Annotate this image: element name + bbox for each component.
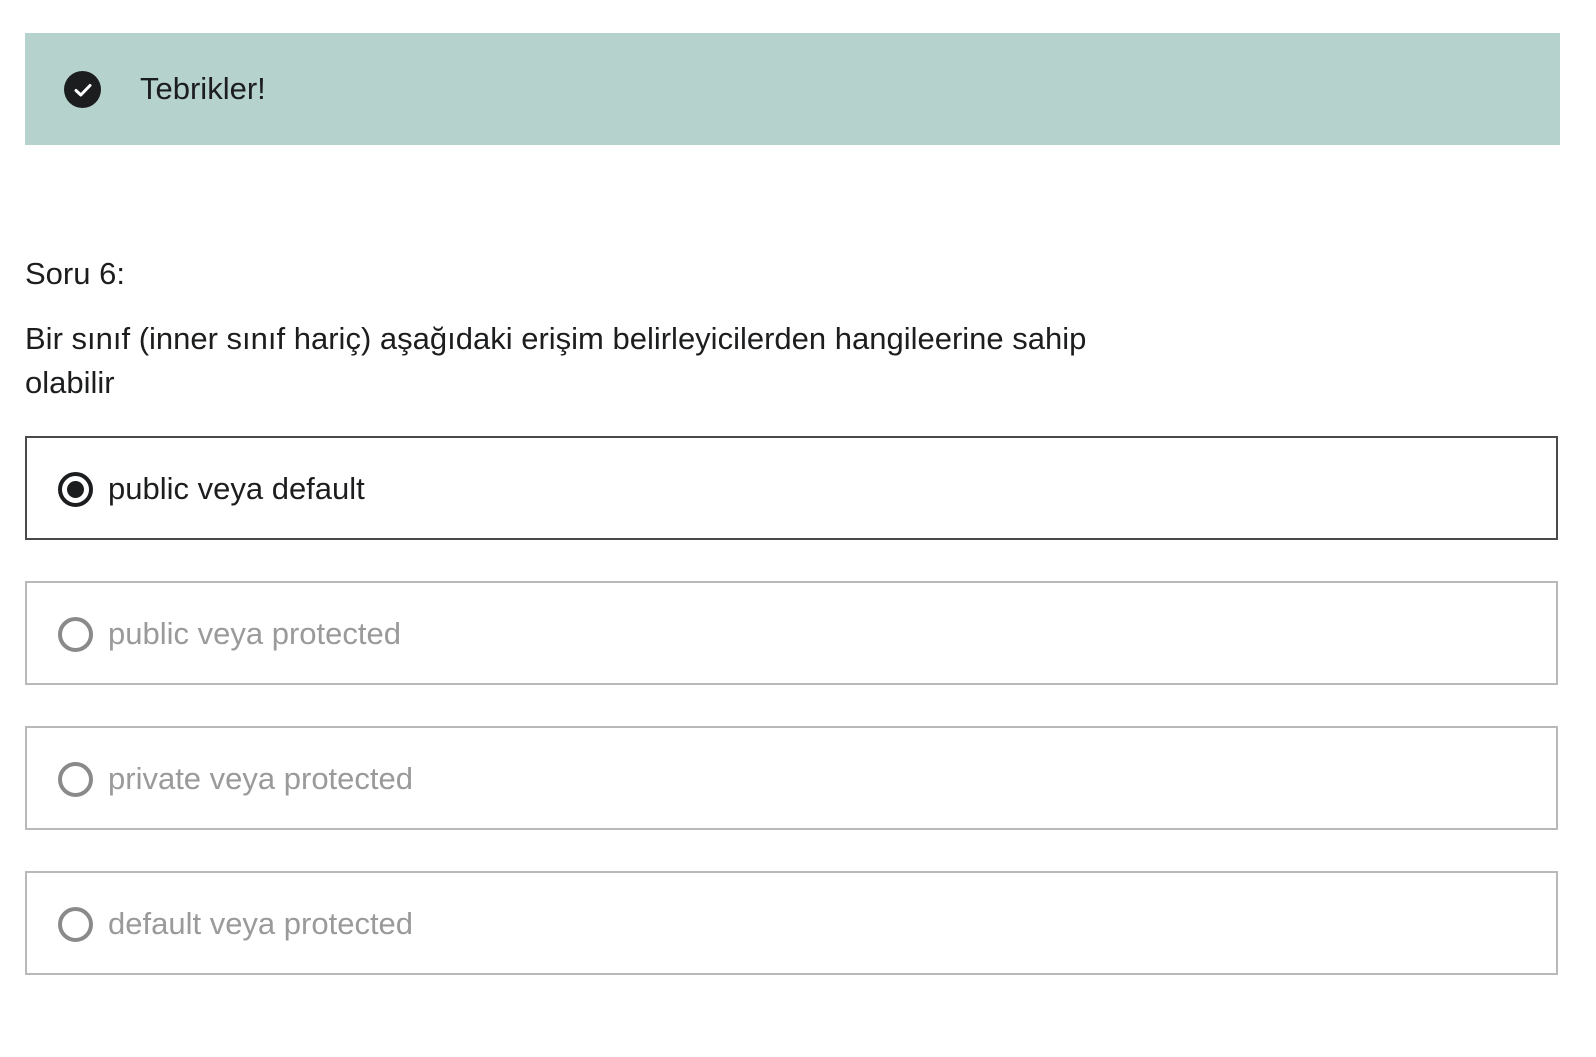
answer-option-2[interactable]: public veya protected <box>25 581 1558 685</box>
question-number: Soru 6: <box>25 256 125 291</box>
answer-option-label: default veya protected <box>108 906 414 941</box>
radio-button-selected[interactable] <box>58 472 93 507</box>
answer-option-label: private veya protected <box>108 761 414 796</box>
answer-option-1[interactable]: public veya default <box>25 436 1558 540</box>
answer-option-label: public veya protected <box>108 616 401 651</box>
success-alert: Tebrikler! <box>25 33 1560 145</box>
radio-button[interactable] <box>58 907 93 942</box>
radio-button[interactable] <box>58 762 93 797</box>
check-circle-icon <box>64 71 101 108</box>
answer-option-4[interactable]: default veya protected <box>25 871 1558 975</box>
radio-button[interactable] <box>58 617 93 652</box>
answer-option-3[interactable]: private veya protected <box>25 726 1558 830</box>
alert-message: Tebrikler! <box>140 71 266 106</box>
question-text: Bir sınıf (inner sınıf hariç) aşağıdaki … <box>25 321 1087 400</box>
answer-option-label: public veya default <box>108 471 365 506</box>
